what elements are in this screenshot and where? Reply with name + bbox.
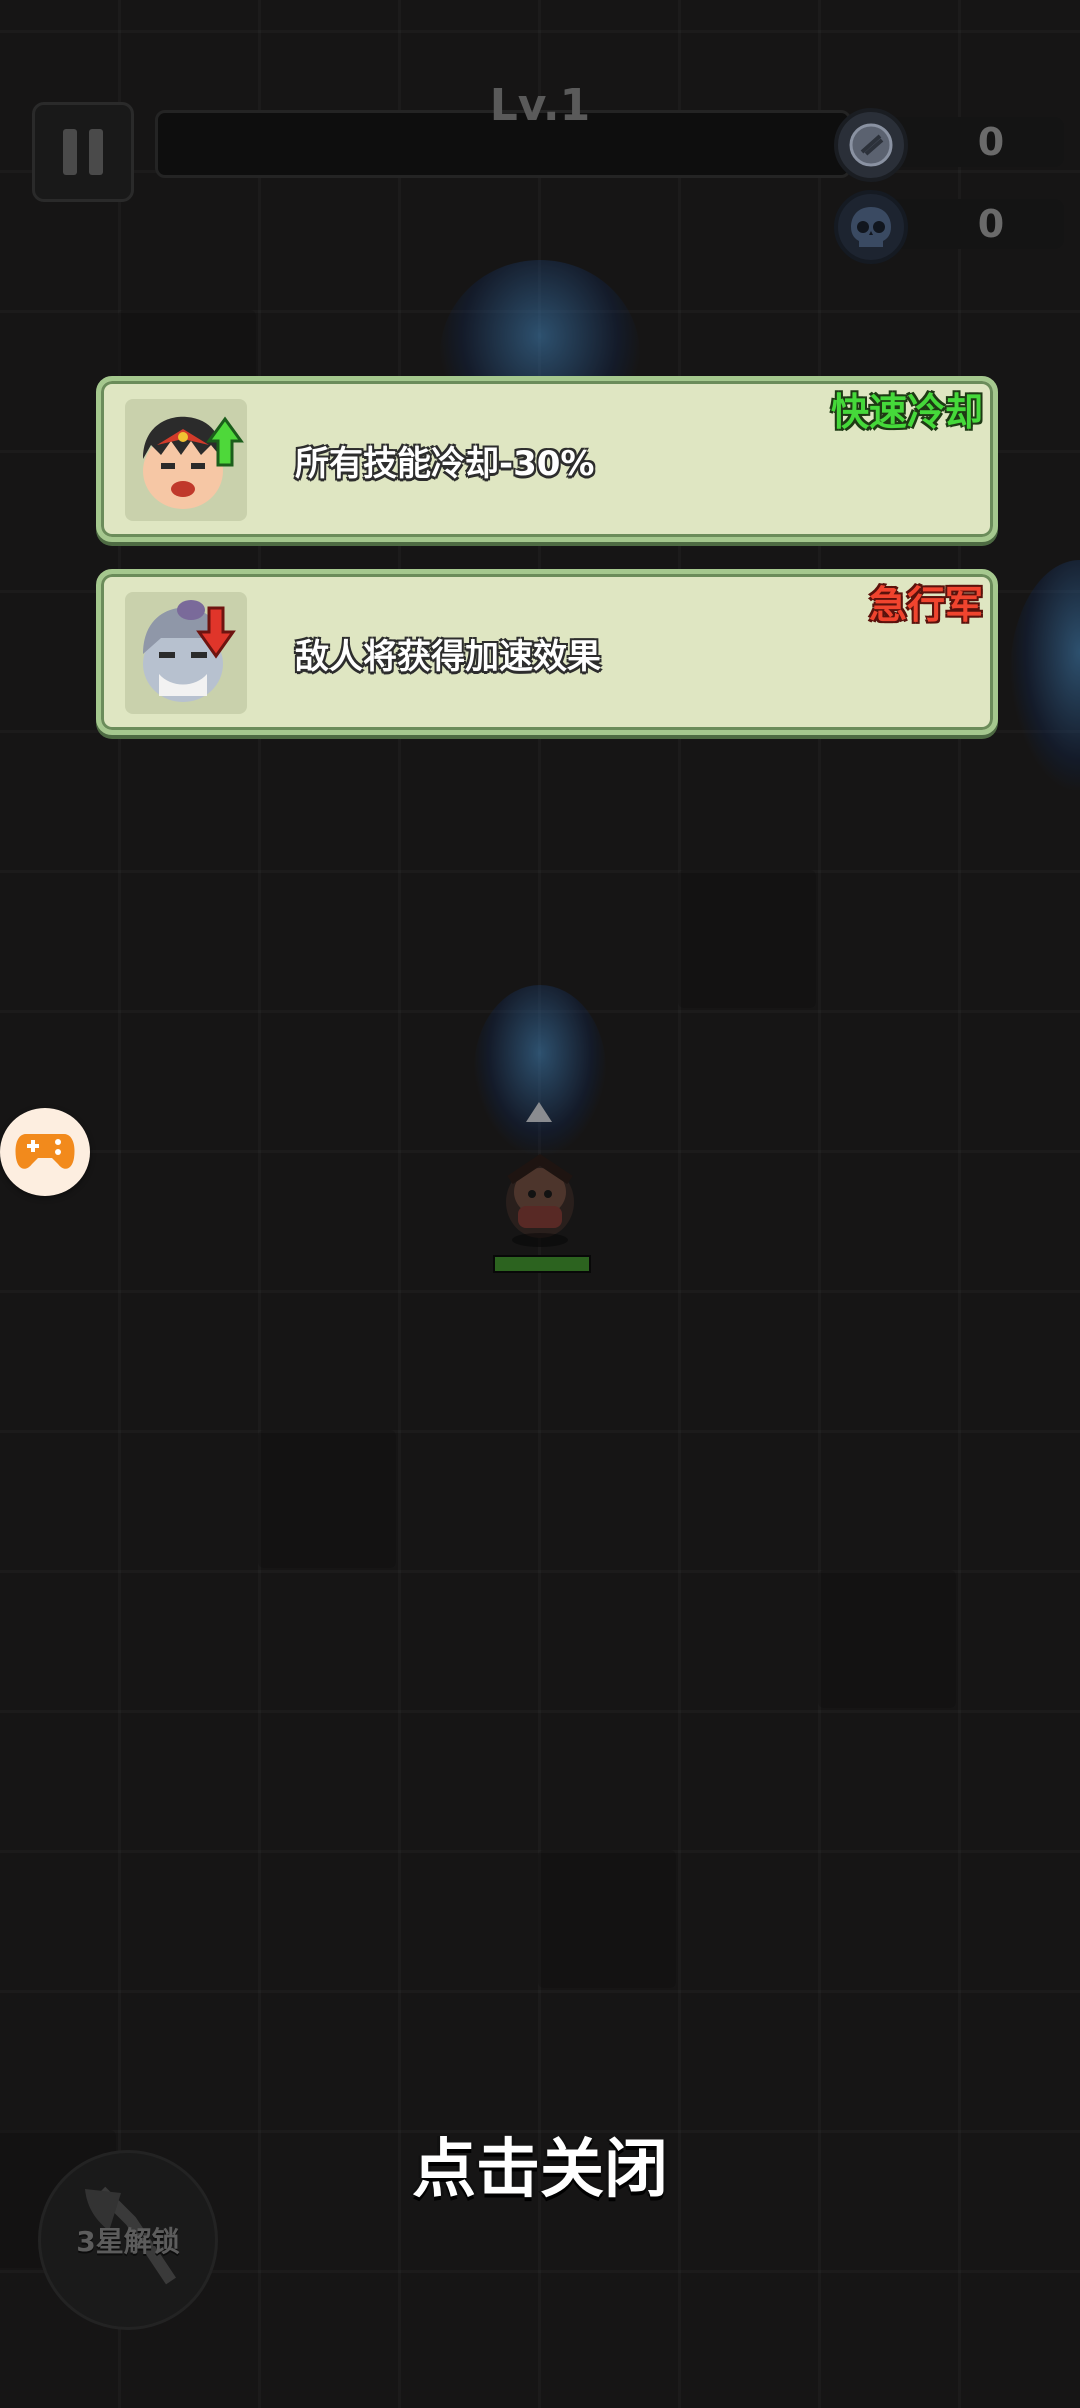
- card-title: 急行军: [868, 583, 983, 627]
- modal-dim-overlay[interactable]: [0, 0, 1080, 2408]
- pause-icon: [63, 129, 77, 175]
- locked-skill-slot[interactable]: 3星解锁: [38, 2150, 218, 2330]
- skull-icon: [834, 190, 908, 264]
- floating-game-menu-button[interactable]: [0, 1108, 90, 1196]
- gamepad-icon: [15, 1134, 75, 1169]
- card-title: 快速冷却: [830, 390, 983, 434]
- pause-button[interactable]: [32, 102, 134, 202]
- buff-card-fast-cooldown[interactable]: 所有技能冷却-30% 快速冷却: [96, 376, 998, 542]
- level-label: Lv.1: [489, 80, 591, 131]
- enemy-portrait-down-arrow-icon: [125, 592, 247, 714]
- game-stage[interactable]: Lv.1 0 0 所有技能冷却-30% 快速冷却 敌人将获得加速效果 急行军 点…: [0, 0, 1080, 2408]
- debuff-card-forced-march[interactable]: 敌人将获得加速效果 急行军: [96, 569, 998, 735]
- hero-portrait-up-arrow-icon: [125, 399, 247, 521]
- coin-icon: [834, 108, 908, 182]
- coin-count: 0: [977, 120, 1005, 164]
- card-description: 敌人将获得加速效果: [295, 637, 601, 677]
- pause-icon-bar: [89, 129, 103, 175]
- unlock-requirement-label: 3星解锁: [76, 2225, 180, 2258]
- kill-count: 0: [977, 202, 1005, 246]
- card-description: 所有技能冷却-30%: [295, 444, 595, 484]
